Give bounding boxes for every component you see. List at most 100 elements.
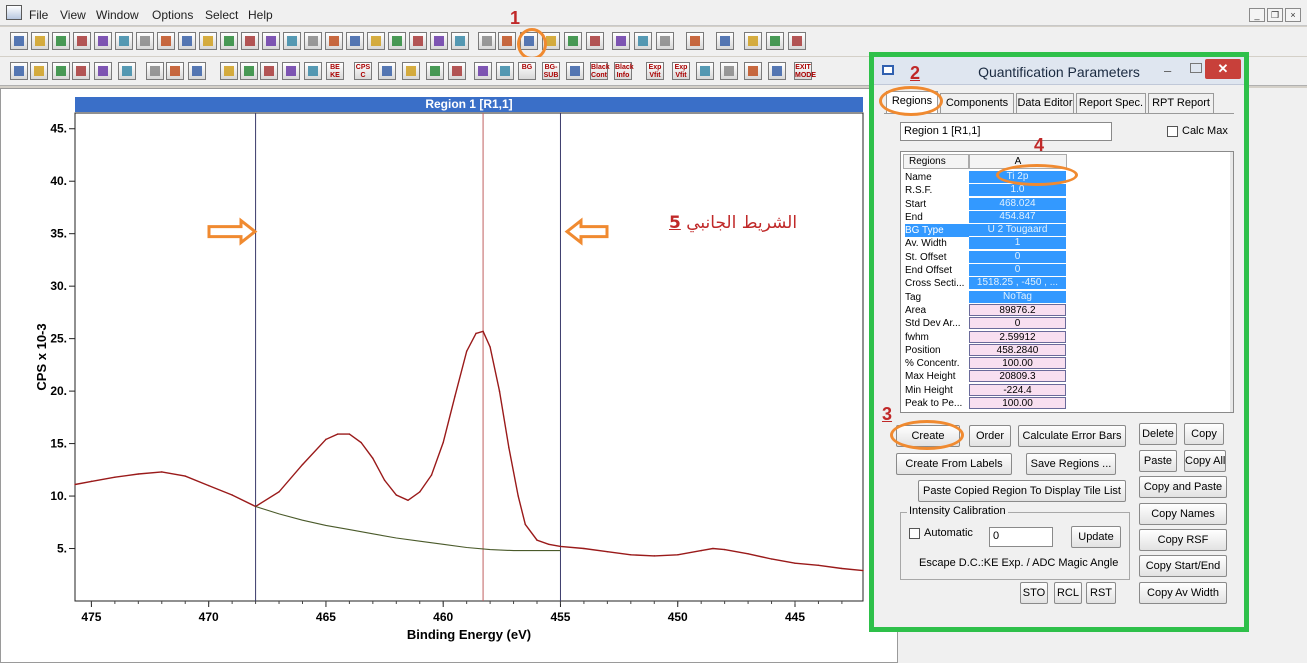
calc-max-check[interactable]	[1167, 125, 1178, 137]
parameter-value[interactable]: 454.847	[969, 210, 1066, 223]
toolbar2-tool-icon[interactable]	[282, 62, 300, 80]
toolbar2-tool-icon[interactable]	[402, 62, 420, 80]
region-parameters-table[interactable]: Regions A Name Ti 2p R.S.F. 1.0 Start 468.024…	[900, 151, 1234, 413]
toolbar1-tool-icon[interactable]	[346, 32, 364, 50]
toolbar1-tool-icon[interactable]	[283, 32, 301, 50]
dialog-title-bar[interactable]: Quantification Parameters – ✕	[874, 57, 1244, 85]
spectrum-chart[interactable]: 5. 10. 15. 20. 25. 30. 35. 40. 45. 475 470 465 460 45…	[1, 89, 899, 663]
toolbar2-tool-icon[interactable]	[720, 62, 738, 80]
parameter-value[interactable]: 468.024	[969, 197, 1066, 210]
toolbar-text-button[interactable]: BG	[518, 62, 536, 80]
toolbar-text-button[interactable]: Black Cont	[590, 62, 610, 80]
parameter-value[interactable]: 1.0	[969, 184, 1066, 197]
toolbar1-tool-icon[interactable]	[498, 32, 516, 50]
table-header-regions[interactable]: Regions	[903, 154, 969, 169]
toolbar1-tool-icon[interactable]	[325, 32, 343, 50]
toolbar1-tool-icon[interactable]	[157, 32, 175, 50]
toolbar2-tool-icon[interactable]	[448, 62, 466, 80]
toolbar1-tool-icon[interactable]	[199, 32, 217, 50]
parameter-value[interactable]: 1518.25 , -450 , ...	[969, 277, 1066, 290]
toolbar2-tool-icon[interactable]	[378, 62, 396, 80]
toolbar1-tool-icon[interactable]	[451, 32, 469, 50]
menu-help[interactable]: Help	[248, 8, 273, 22]
menu-window[interactable]: Window	[96, 8, 139, 22]
toolbar-text-button[interactable]: BE KE	[326, 62, 344, 80]
toolbar2-tool-icon[interactable]	[72, 62, 90, 80]
parameter-value[interactable]: 1	[969, 237, 1066, 250]
tab-data-editor[interactable]: Data Editor	[1016, 93, 1074, 113]
toolbar2-tool-icon[interactable]	[496, 62, 514, 80]
toolbar2-tool-icon[interactable]	[10, 62, 28, 80]
toolbar1-tool-icon[interactable]	[788, 32, 806, 50]
toolbar1-tool-icon[interactable]	[586, 32, 604, 50]
copy-all-button[interactable]: Copy All	[1184, 450, 1226, 472]
toolbar2-tool-icon[interactable]	[260, 62, 278, 80]
create-from-labels-button[interactable]: Create From Labels	[896, 453, 1012, 475]
toolbar1-tool-icon[interactable]	[766, 32, 784, 50]
toolbar2-tool-icon[interactable]	[304, 62, 322, 80]
parameter-value[interactable]: NoTag	[969, 290, 1066, 303]
menu-options[interactable]: Options	[152, 8, 193, 22]
toolbar2-tool-icon[interactable]	[94, 62, 112, 80]
copy-button[interactable]: Copy	[1184, 423, 1224, 445]
toolbar2-tool-icon[interactable]	[744, 62, 762, 80]
minimize-button[interactable]: –	[1164, 63, 1171, 78]
toolbar1-tool-icon[interactable]	[656, 32, 674, 50]
toolbar2-tool-icon[interactable]	[52, 62, 70, 80]
copy-rsf-button[interactable]: Copy RSF	[1139, 529, 1227, 551]
calculate-error-bars-button[interactable]: Calculate Error Bars	[1018, 425, 1126, 447]
toolbar-text-button[interactable]: Exp Vfit	[672, 62, 690, 80]
toolbar2-tool-icon[interactable]	[30, 62, 48, 80]
toolbar1-tool-icon[interactable]	[136, 32, 154, 50]
paste-button[interactable]: Paste	[1139, 450, 1177, 472]
close-button[interactable]: ✕	[1205, 59, 1241, 79]
mdi-restore-button[interactable]: ❒	[1267, 8, 1283, 22]
delete-button[interactable]: Delete	[1139, 423, 1177, 445]
toolbar2-tool-icon[interactable]	[768, 62, 786, 80]
copy-start-end-button[interactable]: Copy Start/End	[1139, 555, 1227, 577]
toolbar1-tool-icon[interactable]	[73, 32, 91, 50]
toolbar1-tool-icon[interactable]	[686, 32, 704, 50]
menu-file[interactable]: File	[29, 8, 48, 22]
tab-rpt-report[interactable]: RPT Report	[1148, 93, 1214, 113]
paste-copied-region-button[interactable]: Paste Copied Region To Display Tile List	[918, 480, 1126, 502]
copy-names-button[interactable]: Copy Names	[1139, 503, 1227, 525]
toolbar1-tool-icon[interactable]	[304, 32, 322, 50]
toolbar-text-button[interactable]: BG- SUB	[542, 62, 560, 80]
toolbar1-tool-icon[interactable]	[388, 32, 406, 50]
toolbar-text-button[interactable]: Black Info	[614, 62, 634, 80]
menu-view[interactable]: View	[60, 8, 86, 22]
parameter-value[interactable]: 0	[969, 264, 1066, 277]
toolbar1-tool-icon[interactable]	[94, 32, 112, 50]
tab-report-spec[interactable]: Report Spec.	[1076, 93, 1146, 113]
toolbar1-tool-icon[interactable]	[31, 32, 49, 50]
toolbar1-tool-icon[interactable]	[744, 32, 762, 50]
maximize-button[interactable]	[1190, 63, 1202, 73]
region-name-field[interactable]: Region 1 [R1,1]	[900, 122, 1112, 141]
parameter-value[interactable]: 0	[969, 250, 1066, 263]
toolbar1-tool-icon[interactable]	[612, 32, 630, 50]
toolbar1-tool-icon[interactable]	[716, 32, 734, 50]
sto-button[interactable]: STO	[1020, 582, 1048, 604]
toolbar1-tool-icon[interactable]	[220, 32, 238, 50]
toolbar1-tool-icon[interactable]	[478, 32, 496, 50]
toolbar-text-button[interactable]: EXIT MODE	[794, 62, 816, 80]
tab-components[interactable]: Components	[940, 93, 1014, 113]
menu-select[interactable]: Select	[205, 8, 238, 22]
parameter-value[interactable]: U 2 Tougaard	[969, 224, 1066, 237]
toolbar1-tool-icon[interactable]	[52, 32, 70, 50]
toolbar2-tool-icon[interactable]	[118, 62, 136, 80]
toolbar1-tool-icon[interactable]	[409, 32, 427, 50]
intensity-value-input[interactable]: 0	[989, 527, 1053, 547]
toolbar1-tool-icon[interactable]	[115, 32, 133, 50]
toolbar1-tool-icon[interactable]	[178, 32, 196, 50]
toolbar2-tool-icon[interactable]	[426, 62, 444, 80]
copy-and-paste-button[interactable]: Copy and Paste	[1139, 476, 1227, 498]
automatic-checkbox[interactable]: Automatic	[909, 527, 973, 539]
copy-av-width-button[interactable]: Copy Av Width	[1139, 582, 1227, 604]
calc-max-checkbox[interactable]: Calc Max	[1167, 125, 1228, 137]
toolbar1-tool-icon[interactable]	[564, 32, 582, 50]
order-button[interactable]: Order	[969, 425, 1011, 447]
save-regions-button[interactable]: Save Regions ...	[1026, 453, 1116, 475]
toolbar1-tool-icon[interactable]	[241, 32, 259, 50]
